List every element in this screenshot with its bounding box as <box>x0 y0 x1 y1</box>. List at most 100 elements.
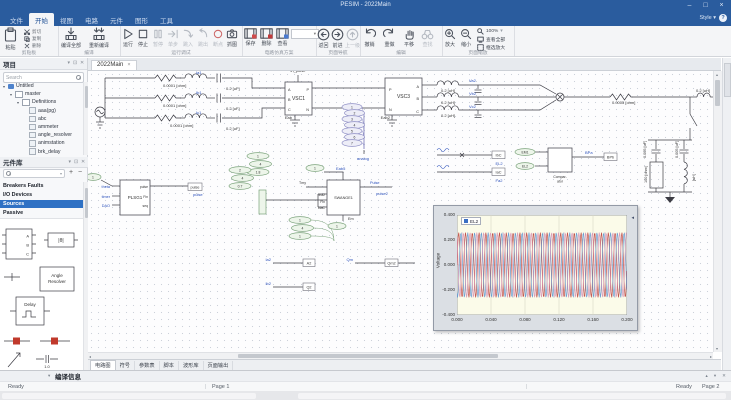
menu-tab-tools[interactable]: 工具 <box>154 13 179 26</box>
chevron-down-icon[interactable]: ▾ <box>60 171 62 176</box>
breaker-icon <box>13 338 20 345</box>
document-tab[interactable]: 2022Main× <box>91 60 137 70</box>
canvas-bottom-tab[interactable]: 脚本 <box>160 361 179 370</box>
canvas-bottom-tab[interactable]: 符号 <box>116 361 135 370</box>
tree-item[interactable]: angle_resolver <box>0 131 83 139</box>
paste-button[interactable]: 粘贴 <box>3 27 18 51</box>
y-tick-label: -0.200 <box>434 287 455 292</box>
vertical-scrollbar[interactable]: ▴ ▾ <box>713 71 722 352</box>
menu-tab-graph[interactable]: 图形 <box>129 13 154 26</box>
step-button[interactable]: 单步 <box>167 28 179 48</box>
library-add-button[interactable]: + <box>69 169 73 176</box>
pin-icon[interactable]: ⊡ <box>74 160 78 165</box>
panel-down-icon[interactable]: ▾ <box>714 373 716 379</box>
chevron-down-icon[interactable]: ▾ <box>69 160 71 165</box>
search-icon <box>6 171 11 176</box>
tree-item[interactable]: ▾Definitions <box>0 98 83 106</box>
minimize-icon[interactable]: – <box>683 0 696 11</box>
find-button[interactable]: 查找 <box>421 28 434 48</box>
tree-item[interactable]: animstation <box>0 139 83 147</box>
menu-tab-circuit[interactable]: 电路 <box>79 13 104 26</box>
tree-item[interactable]: brk_delay <box>0 148 83 156</box>
tree-item[interactable]: abc <box>0 115 83 123</box>
panel-up-icon[interactable]: ▴ <box>706 373 708 379</box>
tree-item[interactable]: ▾Untitled <box>0 82 83 90</box>
close-icon[interactable]: ✕ <box>80 61 84 66</box>
close-icon[interactable]: × <box>127 62 130 68</box>
menu-tab-home[interactable]: 开始 <box>29 13 54 26</box>
scheme-combo[interactable]: ▾ <box>291 29 319 39</box>
svg-text:N: N <box>306 108 309 112</box>
redo-button[interactable]: 重做 <box>383 28 396 48</box>
menu-tab-file[interactable]: 文件 <box>4 13 29 26</box>
stop-button[interactable]: 停止 <box>137 28 149 48</box>
svg-text:1: 1 <box>351 105 353 109</box>
nav-back-button[interactable]: 返回 <box>317 28 330 49</box>
recompile-button[interactable]: 重新编译 <box>89 27 109 49</box>
svg-text:seq: seq <box>143 204 149 208</box>
close-icon[interactable]: ✕ <box>81 160 85 165</box>
library-preview[interactable]: A B C |θ| Angle Resolver Delay 1.0 <box>0 218 83 371</box>
svg-text:Fa2: Fa2 <box>496 178 504 183</box>
compile-all-button[interactable]: 编译全部 <box>61 27 81 49</box>
pause-button[interactable]: 暂停 <box>152 28 164 48</box>
fit-all-button[interactable]: 查看全部 <box>477 36 505 44</box>
collapsed-panel-tab[interactable] <box>724 63 731 97</box>
pan-button[interactable]: 平移 <box>403 28 415 48</box>
svg-text:6: 6 <box>354 135 356 139</box>
svg-text:ina2: ina2 <box>319 193 326 197</box>
tree-item[interactable]: ▾master <box>0 90 83 98</box>
breakpoint-button[interactable]: 断点 <box>212 28 224 48</box>
svg-text:in_pulse: in_pulse <box>291 71 307 73</box>
film-delete-icon <box>260 28 273 39</box>
project-panel-title: 项目 <box>3 59 16 69</box>
canvas-bottom-tab[interactable]: 参数表 <box>135 361 160 370</box>
tree-item[interactable]: ammeter <box>0 123 83 131</box>
library-search-input[interactable]: ▾ <box>3 169 65 178</box>
cut-button[interactable]: 剪切 <box>24 28 41 35</box>
library-category[interactable]: Passive <box>0 208 88 217</box>
menu-tab-elements[interactable]: 元件 <box>104 13 129 26</box>
library-category[interactable]: Sources <box>0 200 88 209</box>
undo-button[interactable]: 撤销 <box>363 28 376 48</box>
library-remove-button[interactable]: − <box>78 169 82 176</box>
scope-nav-arrow-icon[interactable]: ◂ <box>631 215 634 221</box>
library-category[interactable]: Breakers Faults <box>0 182 88 191</box>
svg-text:VSC1: VSC1 <box>292 96 305 102</box>
scope-legend[interactable]: EL2 <box>461 217 481 225</box>
copy-icon <box>24 36 30 42</box>
step-in-button[interactable]: 跳入 <box>182 28 194 48</box>
library-category[interactable]: I/O Devices <box>0 191 88 200</box>
nav-forward-button[interactable]: 前进 <box>331 28 344 49</box>
svg-text:Fin: Fin <box>143 195 148 199</box>
tree-item[interactable]: aaa(pg) <box>0 107 83 115</box>
snapshot-button[interactable]: 抓图 <box>226 28 238 48</box>
hand-icon <box>403 28 415 40</box>
step-icon <box>167 28 179 40</box>
zoom-out-button[interactable]: 缩小 <box>460 28 472 48</box>
scheme-delete-button[interactable]: 删除 <box>260 28 273 47</box>
zoom-in-button[interactable]: 放大 <box>444 28 456 48</box>
canvas-bottom-tab[interactable]: 页面输出 <box>204 361 234 370</box>
output-panel-header[interactable]: ▾ 编译信息 ▴ ▾ ✕ <box>0 370 731 381</box>
chevron-down-icon[interactable]: ▾ <box>68 61 70 66</box>
scheme-view-button[interactable]: 查看 <box>276 28 289 47</box>
step-out-button[interactable]: 跳出 <box>197 28 209 48</box>
svg-text:0.2 [uF]: 0.2 [uF] <box>226 86 240 91</box>
help-icon[interactable]: ? <box>719 14 727 22</box>
nav-up-button[interactable]: 上一级 <box>345 28 360 49</box>
menu-tab-view[interactable]: 视图 <box>54 13 79 26</box>
close-icon[interactable]: ✕ <box>722 373 726 379</box>
chevron-down-icon[interactable]: ▾ <box>48 373 50 379</box>
svg-text:1: 1 <box>257 154 259 158</box>
style-dropdown[interactable]: Style ▾ <box>699 15 716 21</box>
copy-button[interactable]: 复制 <box>24 35 41 42</box>
canvas-bottom-tab[interactable]: 波形库 <box>179 361 204 370</box>
scheme-save-button[interactable]: 保存 <box>244 28 257 47</box>
scope-window[interactable]: Voltage EL2 ◂ 0.4000.2000.000-0.200-0.40… <box>433 205 638 331</box>
zoom-level-combo[interactable]: 100%▾ <box>477 28 505 36</box>
run-button[interactable]: 运行 <box>122 28 134 48</box>
maximize-icon[interactable]: □ <box>699 0 712 11</box>
close-icon[interactable]: × <box>715 0 728 11</box>
pin-icon[interactable]: ⊡ <box>73 61 77 66</box>
